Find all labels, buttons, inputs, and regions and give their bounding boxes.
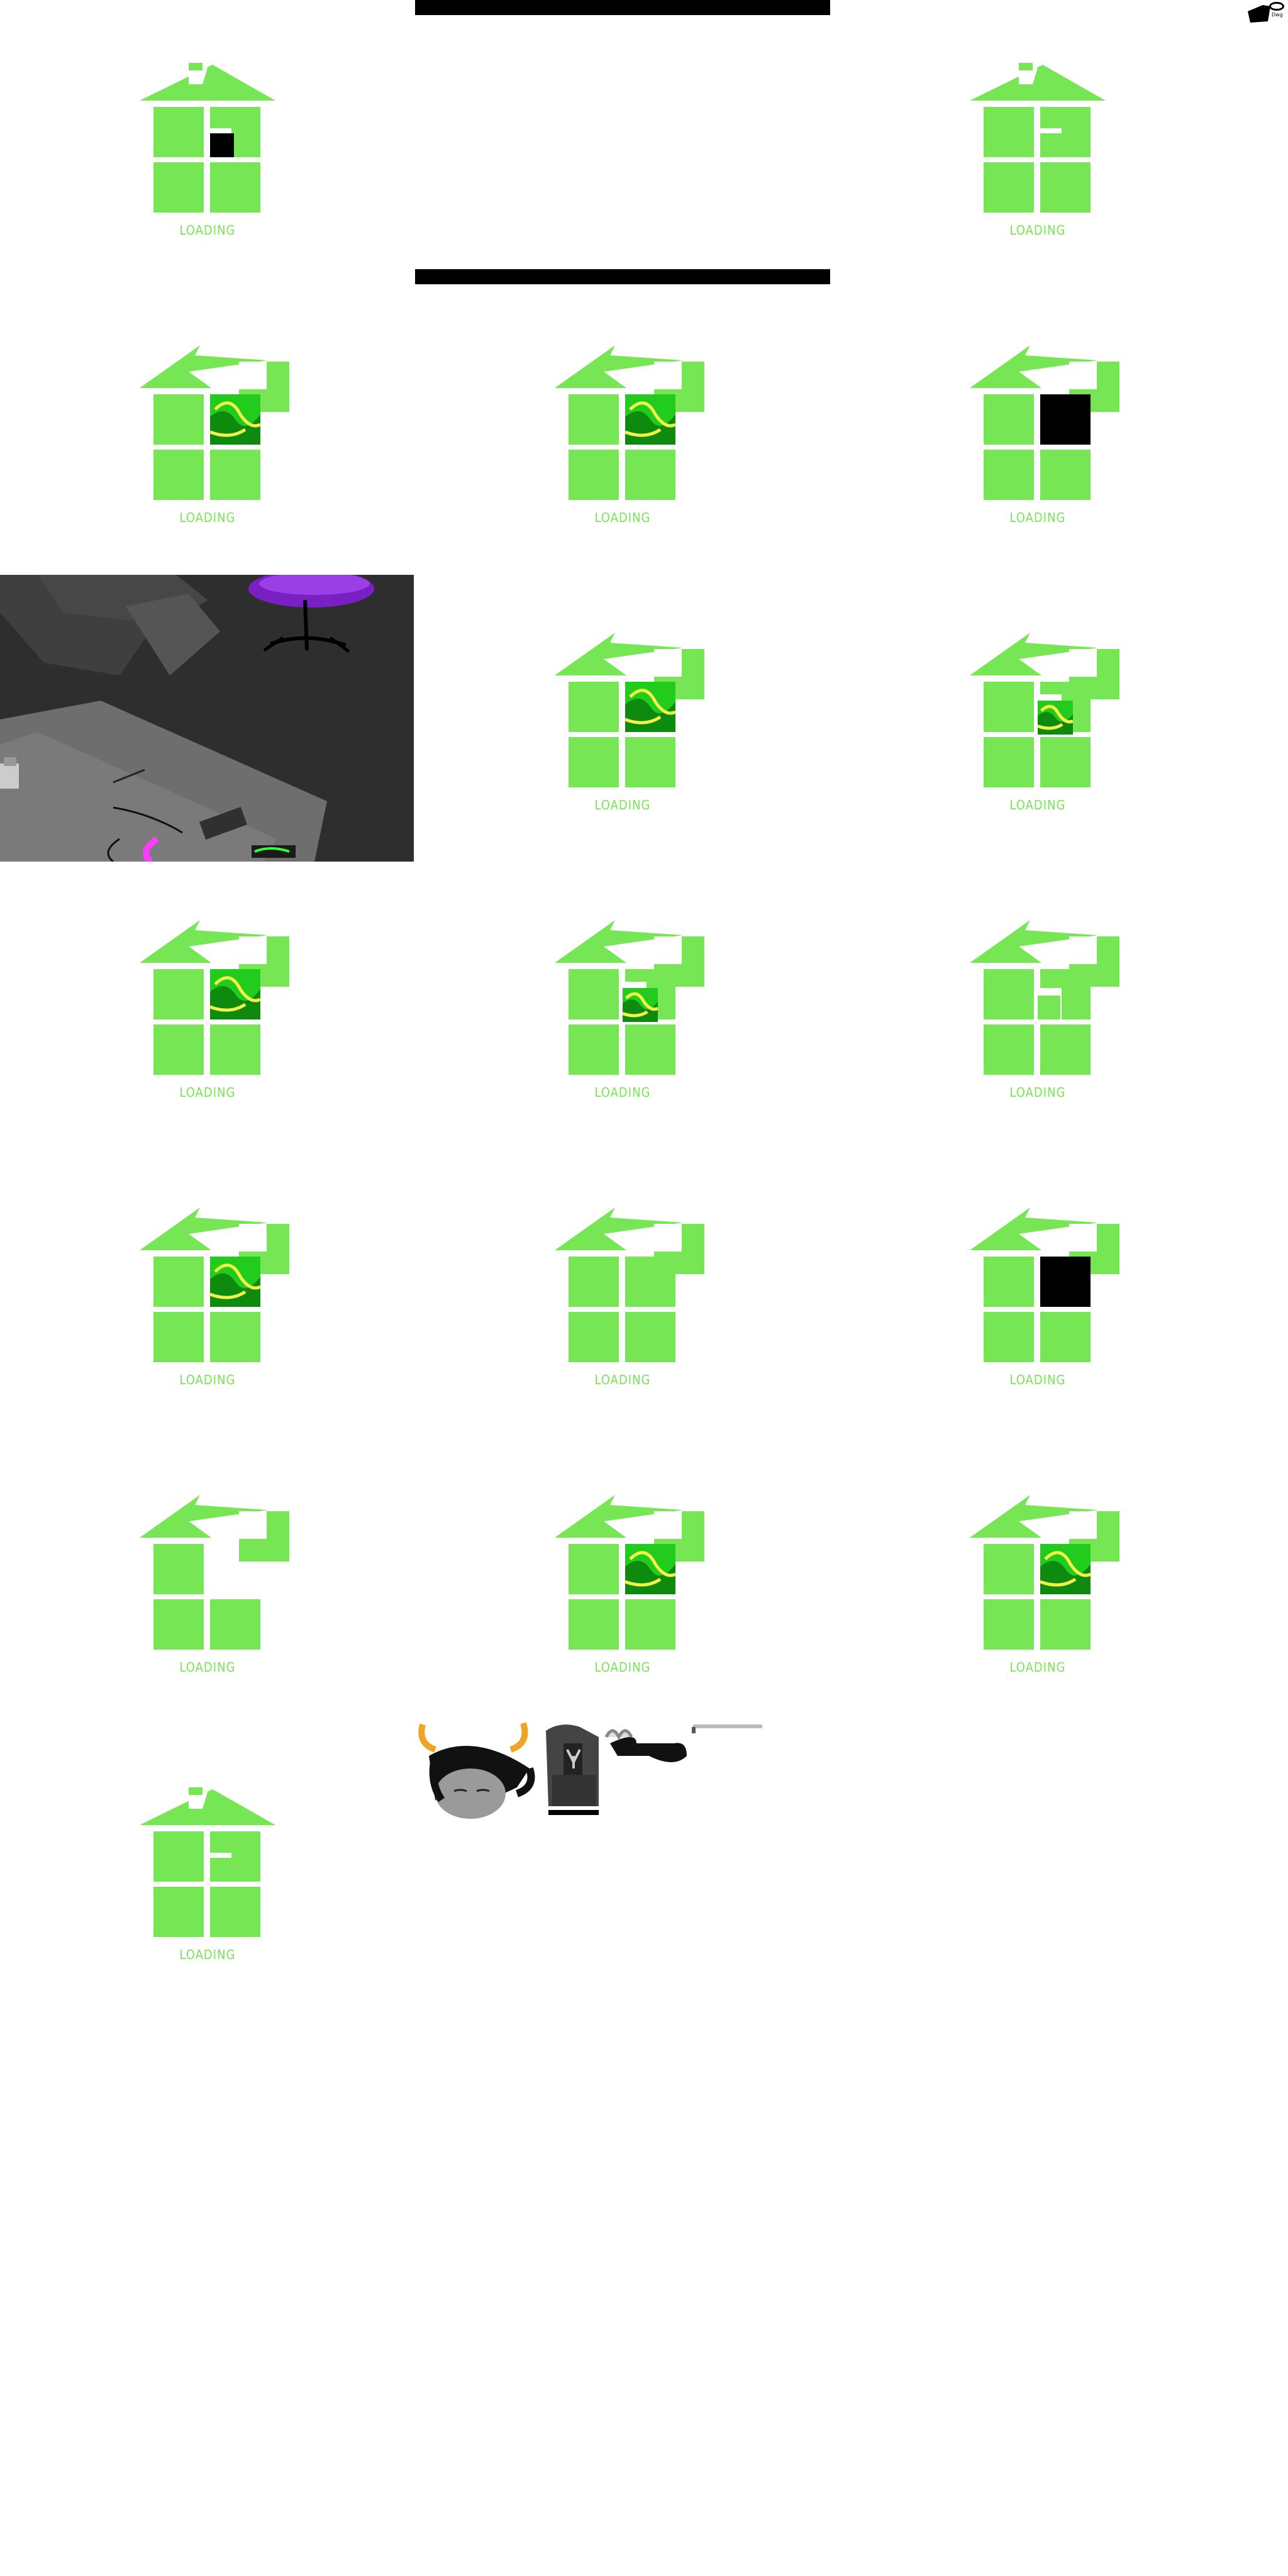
loading-house-tile: LOADING: [830, 575, 1245, 862]
loading-house-tile: LOADING: [0, 0, 415, 287]
house-icon: [555, 1208, 704, 1362]
troll-head-icon: [418, 1722, 535, 1819]
loading-label: LOADING: [179, 1947, 236, 1962]
middle-black-bar: [415, 269, 830, 284]
house-icon: [555, 633, 704, 787]
loading-label: LOADING: [179, 1372, 236, 1387]
loading-house-tile: LOADING: [415, 862, 830, 1149]
house-icon: [555, 345, 704, 500]
house-icon: [970, 920, 1119, 1075]
loading-label: LOADING: [1009, 1085, 1066, 1100]
loading-house-tile: LOADING: [0, 1437, 415, 1724]
house-icon: [970, 1495, 1119, 1650]
house-icon: [140, 920, 289, 1075]
loading-house-tile: LOADING: [415, 575, 830, 862]
house-icon: [555, 920, 704, 1075]
troll-suit-icon: [546, 1724, 599, 1815]
loading-house-tile: LOADING: [830, 1150, 1245, 1436]
loading-label: LOADING: [594, 1660, 651, 1675]
house-icon: [555, 1495, 704, 1650]
loading-label: LOADING: [1009, 1372, 1066, 1387]
loading-label: LOADING: [1009, 797, 1066, 813]
loading-label: LOADING: [1009, 510, 1066, 525]
loading-label: LOADING: [594, 1372, 651, 1387]
house-icon: [140, 345, 289, 500]
hat-logo-icon: Dwg: [1245, 0, 1288, 25]
loading-label: LOADING: [594, 1085, 651, 1100]
loading-house-tile: LOADING: [415, 1437, 830, 1724]
loading-house-tile: LOADING: [830, 287, 1245, 574]
loading-label: LOADING: [594, 797, 651, 813]
loading-label: LOADING: [179, 1085, 236, 1100]
loading-house-tile: LOADING: [415, 1150, 830, 1436]
house-icon: [970, 345, 1119, 500]
loading-house-tile: LOADING: [0, 287, 415, 574]
loading-label: LOADING: [1009, 223, 1066, 238]
loading-label: LOADING: [1009, 1660, 1066, 1675]
house-icon: [970, 63, 1106, 213]
house-icon: [970, 633, 1119, 787]
loading-house-tile: LOADING: [0, 1724, 415, 2011]
loading-house-tile: LOADING: [0, 1150, 415, 1436]
loading-label: LOADING: [179, 223, 236, 238]
loading-house-tile: LOADING: [830, 1437, 1245, 1724]
loading-house-tile: LOADING: [415, 287, 830, 574]
room-scene-image: [0, 575, 414, 862]
svg-text:Dwg: Dwg: [1272, 12, 1283, 18]
house-icon: [140, 1495, 289, 1650]
arm-icon: [604, 1729, 687, 1762]
loading-house-tile: LOADING: [830, 862, 1245, 1149]
house-icon: [140, 63, 275, 213]
house-icon: [140, 1787, 275, 1937]
loading-label: LOADING: [594, 510, 651, 525]
loading-house-tile: LOADING: [0, 862, 415, 1149]
top-black-bar: [415, 0, 830, 15]
character-sprites: [410, 1718, 762, 1825]
needle-icon: [692, 1724, 762, 1733]
house-icon: [970, 1208, 1119, 1362]
loading-label: LOADING: [179, 510, 236, 525]
loading-house-tile: LOADING: [830, 0, 1245, 287]
house-icon: [140, 1208, 289, 1362]
loading-label: LOADING: [179, 1660, 236, 1675]
